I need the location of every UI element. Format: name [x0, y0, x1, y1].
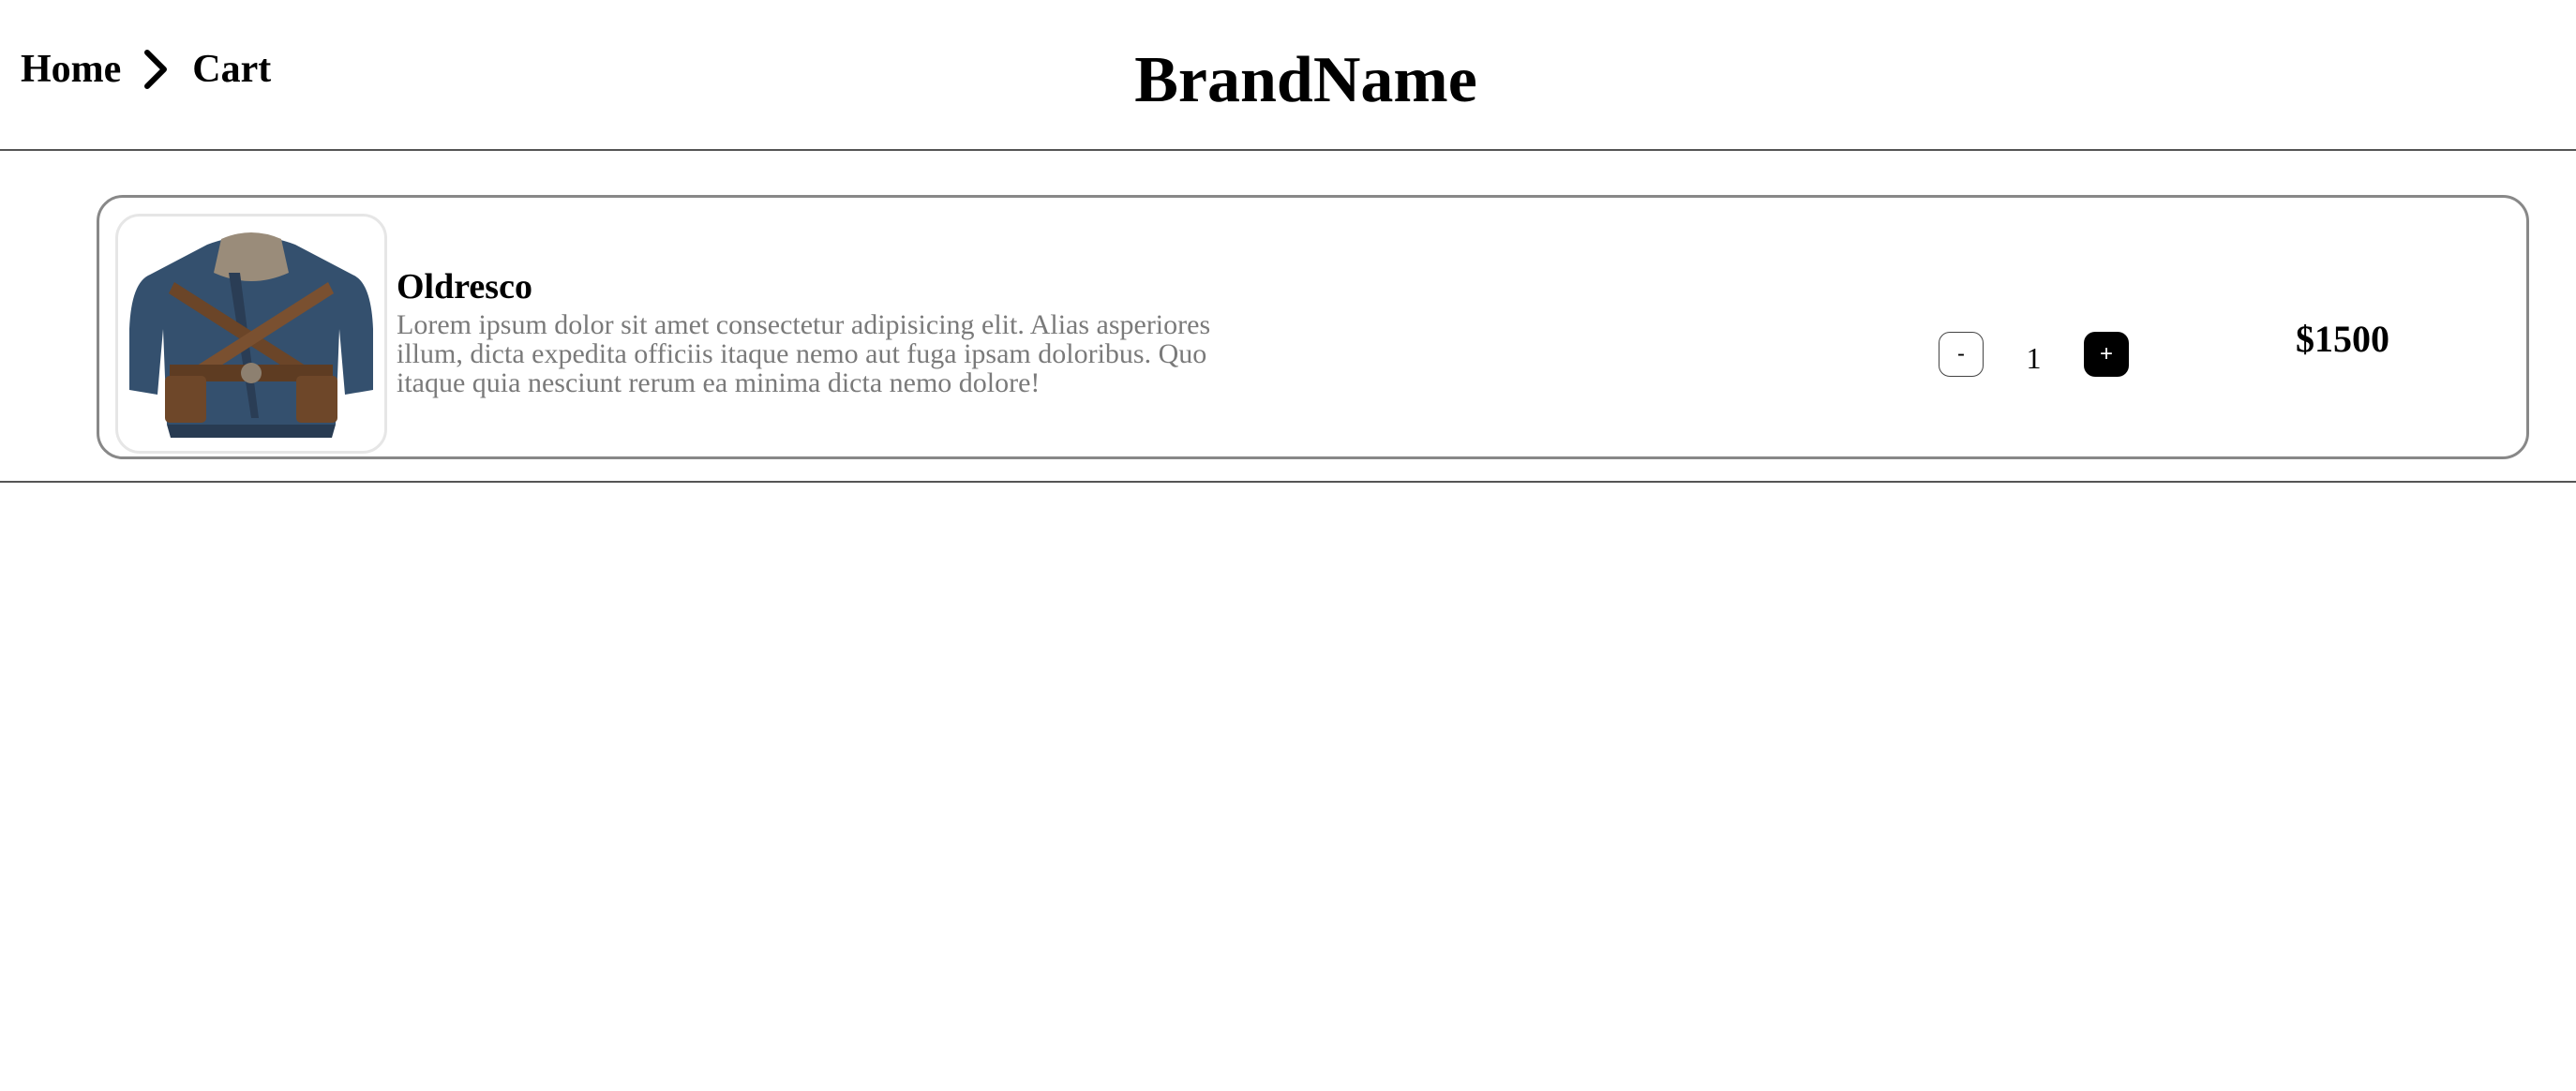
brand-logo-wrapper: BrandName	[0, 43, 2576, 118]
product-name[interactable]: Oldresco	[397, 265, 1240, 308]
brand-logo[interactable]: BrandName	[1134, 44, 1477, 116]
item-price: $1500	[2296, 318, 2389, 360]
increase-quantity-button[interactable]: +	[2084, 332, 2129, 377]
jacket-image-icon	[129, 232, 373, 438]
decrease-quantity-button[interactable]: -	[1939, 332, 1984, 377]
product-description: Lorem ipsum dolor sit amet consectetur a…	[397, 309, 1211, 398]
site-header: Home Cart BrandName	[0, 0, 2576, 151]
cart-item: Oldresco Lorem ipsum dolor sit amet cons…	[97, 195, 2529, 459]
quantity-value: 1	[2026, 340, 2042, 375]
cart-list: Oldresco Lorem ipsum dolor sit amet cons…	[0, 150, 2576, 483]
product-info: Oldresco Lorem ipsum dolor sit amet cons…	[397, 265, 1240, 397]
product-image	[115, 214, 387, 454]
quantity-stepper: - 1 +	[1939, 332, 2129, 377]
